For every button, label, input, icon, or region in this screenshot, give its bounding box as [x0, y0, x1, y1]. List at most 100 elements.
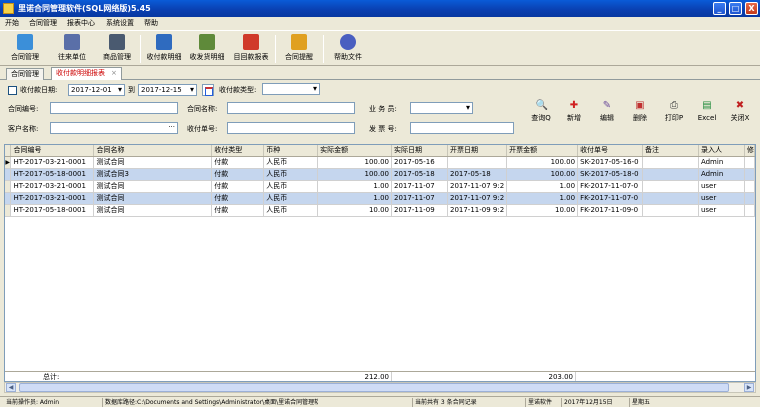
print-button[interactable]: ⎙ 打印P — [659, 100, 689, 126]
cell-invoice-amount[interactable]: 1.00 — [506, 180, 579, 193]
customer-input[interactable] — [50, 122, 178, 134]
table-row[interactable]: HT-2017-05-18-0001 测试合同3 付款 人民币 100.00 2… — [5, 168, 755, 181]
cell-note[interactable] — [642, 156, 699, 169]
cell-currency[interactable]: 人民币 — [263, 192, 319, 205]
horizontal-scrollbar[interactable]: ◀ ▶ — [4, 382, 756, 393]
toolbar-product-button[interactable]: 商品管理 — [98, 34, 136, 64]
cell-note[interactable] — [642, 168, 699, 181]
cell-user[interactable]: user — [698, 204, 745, 217]
cell-user[interactable]: user — [698, 180, 745, 193]
col-date[interactable]: 实际日期 — [391, 145, 448, 157]
cell-currency[interactable]: 人民币 — [263, 168, 319, 181]
cell-modified[interactable] — [744, 168, 755, 181]
toolbar-partner-button[interactable]: 往来单位 — [53, 34, 91, 64]
cell-currency[interactable]: 人民币 — [263, 204, 319, 217]
cell-user[interactable]: Admin — [698, 156, 745, 169]
close-button[interactable]: ✖ 关闭X — [725, 100, 755, 126]
cell-amount[interactable]: 1.00 — [317, 192, 393, 205]
cell-modified[interactable] — [744, 204, 755, 217]
cell-amount[interactable]: 1.00 — [317, 180, 393, 193]
minimize-button[interactable]: _ — [713, 2, 726, 15]
toolbar-contract-button[interactable]: 合同管理 — [6, 34, 44, 64]
menu-report[interactable]: 报表中心 — [67, 19, 95, 28]
cell-invoice-amount[interactable]: 1.00 — [506, 192, 579, 205]
cell-date[interactable]: 2017-05-18 — [391, 168, 448, 181]
cell-invoice-date[interactable] — [447, 156, 508, 169]
delete-button[interactable]: ▣ 删除 — [625, 100, 655, 126]
cell-contract-no[interactable]: HT-2017-03-21-0001 — [10, 156, 95, 169]
cell-contract-no[interactable]: HT-2017-05-18-0001 — [10, 204, 95, 217]
cell-contract-name[interactable]: 测试合同 — [93, 204, 213, 217]
table-row[interactable]: HT-2017-03-21-0001 测试合同 付款 人民币 1.00 2017… — [5, 192, 755, 205]
cell-payment-type[interactable]: 付款 — [211, 204, 265, 217]
cell-currency[interactable]: 人民币 — [263, 156, 319, 169]
date-from-picker[interactable]: 2017-12-01 — [68, 84, 125, 96]
cell-payment-no[interactable]: SK-2017-05-18-0 — [577, 168, 644, 181]
payment-type-select[interactable] — [262, 83, 320, 95]
cell-contract-no[interactable]: HT-2017-03-21-0001 — [10, 180, 95, 193]
invoice-no-input[interactable] — [410, 122, 514, 134]
table-row[interactable]: ▶ HT-2017-03-21-0001 测试合同 付款 人民币 100.00 … — [5, 156, 755, 169]
cell-date[interactable]: 2017-11-07 — [391, 192, 448, 205]
cell-contract-no[interactable]: HT-2017-03-21-0001 — [10, 192, 95, 205]
menu-settings[interactable]: 系统设置 — [106, 19, 134, 28]
salesman-select[interactable] — [410, 102, 473, 114]
cell-payment-no[interactable]: SK-2017-05-16-0 — [577, 156, 644, 169]
cell-amount[interactable]: 100.00 — [317, 168, 393, 181]
cell-payment-type[interactable]: 付款 — [211, 168, 265, 181]
calendar-icon[interactable] — [202, 84, 214, 96]
tab-close-icon[interactable]: × — [111, 69, 117, 77]
add-button[interactable]: ✚ 新增 — [559, 100, 589, 126]
close-window-button[interactable]: X — [745, 2, 758, 15]
col-note[interactable]: 备注 — [642, 145, 699, 157]
cell-payment-type[interactable]: 付款 — [211, 180, 265, 193]
edit-button[interactable]: ✎ 编辑 — [592, 100, 622, 126]
menu-contract[interactable]: 合同管理 — [29, 19, 57, 28]
col-modified[interactable]: 修 — [744, 145, 755, 157]
col-payment-type[interactable]: 收付类型 — [211, 145, 265, 157]
cell-payment-type[interactable]: 付款 — [211, 192, 265, 205]
cell-payment-no[interactable]: FK-2017-11-07-0 — [577, 192, 644, 205]
cell-invoice-date[interactable]: 2017-11-09 9:2 — [447, 204, 508, 217]
cell-contract-name[interactable]: 测试合同3 — [93, 168, 213, 181]
cell-payment-no[interactable]: FK-2017-11-09-0 — [577, 204, 644, 217]
cell-invoice-date[interactable]: 2017-11-07 9:2 — [447, 180, 508, 193]
toolbar-payment-detail-button[interactable]: 收付款明细 — [145, 34, 183, 64]
cell-contract-name[interactable]: 测试合同 — [93, 192, 213, 205]
date-to-picker[interactable]: 2017-12-15 — [138, 84, 197, 96]
search-button[interactable]: 🔍 查询Q — [526, 100, 556, 126]
scroll-thumb[interactable] — [19, 383, 729, 392]
cell-invoice-date[interactable]: 2017-11-07 9:2 — [447, 192, 508, 205]
contract-no-input[interactable] — [50, 102, 178, 114]
cell-modified[interactable] — [744, 180, 755, 193]
cell-invoice-date[interactable]: 2017-05-18 — [447, 168, 508, 181]
cell-modified[interactable] — [744, 156, 755, 169]
cell-date[interactable]: 2017-11-09 — [391, 204, 448, 217]
excel-button[interactable]: ▤ Excel — [692, 100, 722, 126]
date-filter-checkbox[interactable] — [8, 86, 17, 95]
cell-invoice-amount[interactable]: 10.00 — [506, 204, 579, 217]
cell-note[interactable] — [642, 192, 699, 205]
cell-amount[interactable]: 10.00 — [317, 204, 393, 217]
col-currency[interactable]: 币种 — [263, 145, 319, 157]
cell-contract-no[interactable]: HT-2017-05-18-0001 — [10, 168, 95, 181]
toolbar-help-button[interactable]: 帮助文件 — [329, 34, 367, 64]
tab-payment-report[interactable]: 收付款明细报表 × — [51, 67, 122, 81]
toolbar-report-button[interactable]: 目回款报表 — [232, 34, 270, 64]
cell-date[interactable]: 2017-11-07 — [391, 180, 448, 193]
tab-contract-management[interactable]: 合同管理 — [6, 68, 44, 80]
menu-help[interactable]: 帮助 — [144, 19, 158, 28]
col-payment-no[interactable]: 收付单号 — [577, 145, 644, 157]
contract-name-input[interactable] — [227, 102, 355, 114]
cell-user[interactable]: Admin — [698, 168, 745, 181]
cell-payment-type[interactable]: 付款 — [211, 156, 265, 169]
cell-invoice-amount[interactable]: 100.00 — [506, 168, 579, 181]
col-invoice-date[interactable]: 开票日期 — [447, 145, 508, 157]
cell-modified[interactable] — [744, 192, 755, 205]
col-amount[interactable]: 实际金额 — [317, 145, 393, 157]
table-row[interactable]: HT-2017-03-21-0001 测试合同 付款 人民币 1.00 2017… — [5, 180, 755, 193]
col-contract-name[interactable]: 合同名称 — [93, 145, 213, 157]
cell-user[interactable]: user — [698, 192, 745, 205]
scroll-right-icon[interactable]: ▶ — [744, 383, 754, 392]
cell-date[interactable]: 2017-05-16 — [391, 156, 448, 169]
